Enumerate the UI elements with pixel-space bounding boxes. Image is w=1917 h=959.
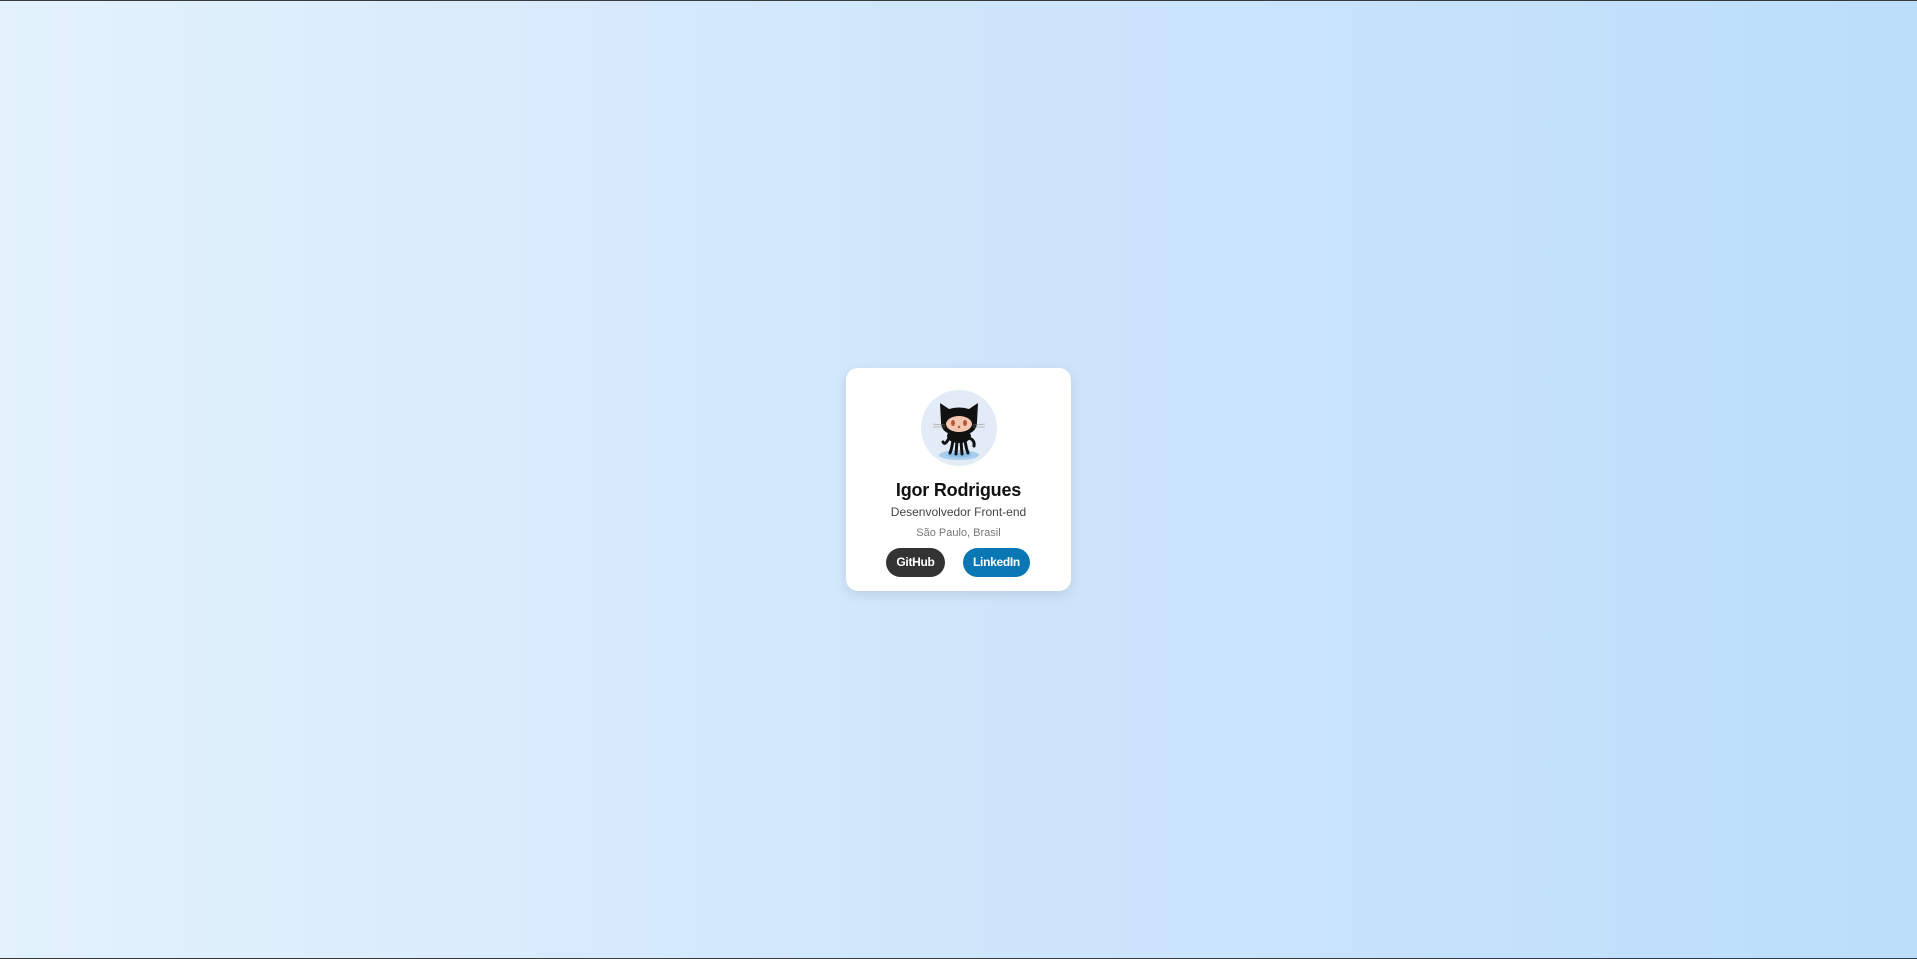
profile-role: Desenvolvedor Front-end [890, 505, 1027, 519]
linkedin-button[interactable]: LinkedIn [963, 548, 1030, 577]
github-button[interactable]: GitHub [886, 548, 945, 577]
profile-location: São Paulo, Brasil [916, 527, 1001, 539]
octocat-icon [921, 390, 997, 466]
profile-name: Igor Rodrigues [895, 480, 1022, 500]
profile-card: Igor Rodrigues Desenvolvedor Front-end S… [846, 368, 1071, 591]
avatar [921, 390, 997, 466]
